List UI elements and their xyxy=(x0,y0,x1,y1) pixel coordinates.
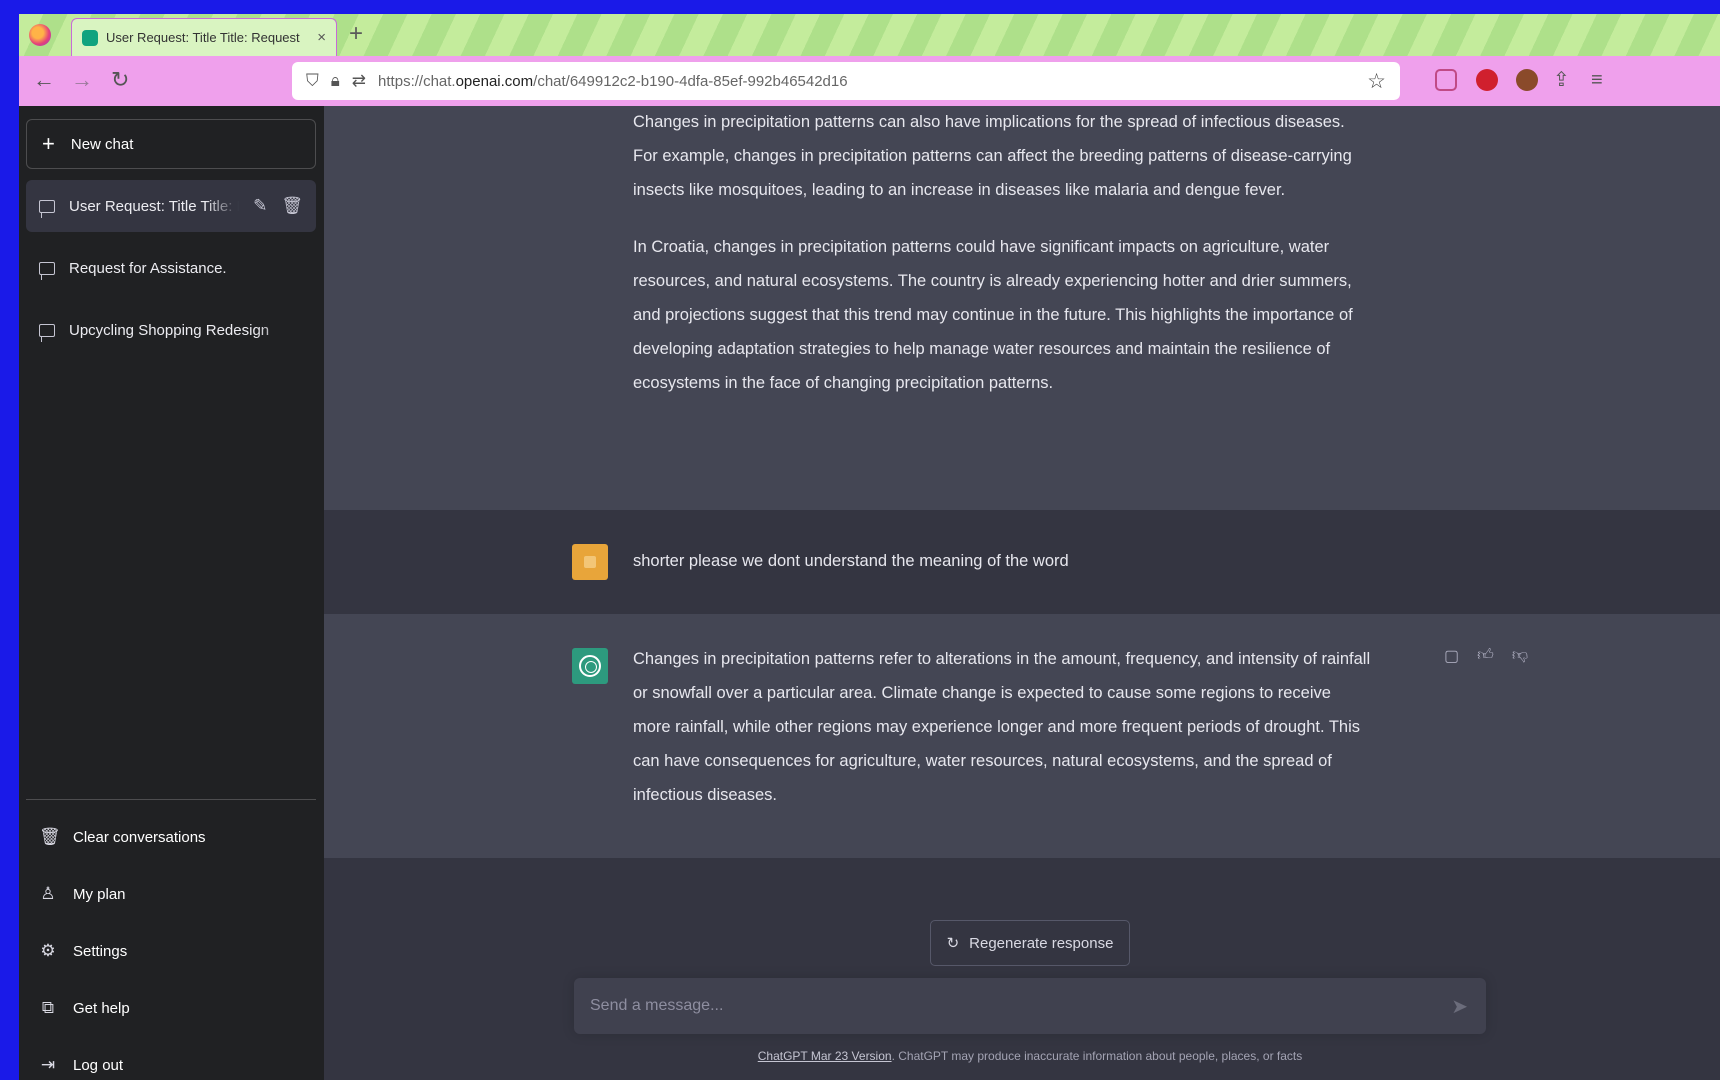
chatgpt-avatar xyxy=(572,648,608,684)
logout-icon: ⇥ xyxy=(40,1055,56,1074)
assistant-message: Changes in precipitation patterns can al… xyxy=(324,106,1720,510)
plus-icon: + xyxy=(42,131,55,156)
thumbs-down-icon[interactable]: 👎︎ xyxy=(1512,646,1528,666)
back-arrow-icon[interactable]: ← xyxy=(33,67,55,93)
new-chat-label: New chat xyxy=(70,135,134,153)
openai-logo-icon xyxy=(579,655,601,677)
browser-nav-bar: ← → ↻ ⛉ 🔒︎ ⇄ https://chat.openai.com/cha… xyxy=(19,56,1720,106)
history-item-upcycling[interactable]: Upcycling Shopping Redesign xyxy=(26,304,316,356)
message-input[interactable] xyxy=(574,978,1434,1034)
url-text[interactable]: https://chat.openai.com/chat/649912c2-b1… xyxy=(378,73,1355,90)
history-item-request-assistance[interactable]: Request for Assistance. xyxy=(26,242,316,294)
clear-conversations-button[interactable]: 🗑︎ Clear conversations xyxy=(26,815,316,859)
my-plan-button[interactable]: ♙ My plan xyxy=(26,872,316,916)
version-link[interactable]: ChatGPT Mar 23 Version xyxy=(758,1049,892,1063)
history-item-label: Upcycling Shopping Redesign xyxy=(69,321,270,339)
forward-arrow-icon[interactable]: → xyxy=(71,67,93,93)
new-chat-button[interactable]: + New chat xyxy=(26,119,316,169)
tab-title: User Request: Title Title: Request xyxy=(106,30,300,45)
regenerate-response-button[interactable]: ↻ Regenerate response xyxy=(930,920,1130,966)
external-link-icon: ⧉ xyxy=(41,998,55,1017)
thumbs-up-icon[interactable]: 👍︎ xyxy=(1477,646,1494,666)
user-message-text: shorter please we dont understand the me… xyxy=(633,552,1069,570)
log-out-button[interactable]: ⇥ Log out xyxy=(26,1043,316,1080)
browser-tab[interactable]: User Request: Title Title: Request × xyxy=(71,18,337,56)
firefox-logo-icon[interactable] xyxy=(29,24,51,46)
history-item-label: User Request: Title Title: Request xyxy=(69,197,239,215)
message-actions: ▢ 👍︎ 👎︎ xyxy=(1444,646,1528,666)
assistant-message: Changes in precipitation patterns refer … xyxy=(324,614,1720,858)
browser-tab-strip: User Request: Title Title: Request × + xyxy=(19,14,1720,56)
tab-close-icon[interactable]: × xyxy=(317,29,326,46)
menu-item-label: Log out xyxy=(73,1056,124,1074)
get-help-button[interactable]: ⧉ Get help xyxy=(26,986,316,1030)
regenerate-label: Regenerate response xyxy=(969,934,1114,952)
copy-icon[interactable]: ▢ xyxy=(1444,646,1459,666)
url-bar[interactable]: ⛉ 🔒︎ ⇄ https://chat.openai.com/chat/6499… xyxy=(292,62,1400,100)
assistant-message-text: Changes in precipitation patterns can al… xyxy=(633,105,1373,400)
chat-bubble-icon xyxy=(39,323,55,342)
adblock-icon[interactable] xyxy=(1476,69,1498,91)
reload-icon[interactable]: ↻ xyxy=(111,67,129,93)
new-tab-button[interactable]: + xyxy=(349,22,363,46)
assistant-message-text: Changes in precipitation patterns refer … xyxy=(633,650,1371,804)
menu-item-label: Clear conversations xyxy=(73,828,206,846)
trash-icon: 🗑︎ xyxy=(39,827,61,846)
settings-button[interactable]: ⚙ Settings xyxy=(26,929,316,973)
bookmark-star-icon[interactable]: ☆ xyxy=(1367,69,1386,94)
history-item-user-request[interactable]: User Request: Title Title: Request ✎ 🗑︎ xyxy=(26,180,316,232)
user-icon: ♙ xyxy=(40,884,56,903)
disclaimer-text: . ChatGPT may produce inaccurate informa… xyxy=(891,1049,1303,1063)
user-message: shorter please we dont understand the me… xyxy=(324,510,1720,614)
menu-item-label: Get help xyxy=(73,999,130,1017)
screen: User Request: Title Title: Request × + ←… xyxy=(19,14,1720,1080)
shield-icon[interactable]: ⛉ xyxy=(306,71,319,91)
refresh-icon: ↻ xyxy=(946,935,960,952)
conversation-panel: Changes in precipitation patterns can al… xyxy=(324,106,1720,1080)
sidebar: + New chat User Request: Title Title: Re… xyxy=(19,106,324,1080)
menu-item-label: My plan xyxy=(73,885,126,903)
user-avatar xyxy=(572,544,608,580)
edit-pencil-icon[interactable]: ✎ xyxy=(253,196,267,216)
chat-bubble-icon xyxy=(39,199,55,218)
sidebar-divider xyxy=(26,799,316,800)
chatgpt-favicon-icon xyxy=(82,29,98,46)
menu-item-label: Settings xyxy=(73,942,128,960)
assistant-paragraph: Changes in precipitation patterns can al… xyxy=(633,113,1352,199)
send-icon[interactable]: ➤ xyxy=(1451,994,1468,1019)
share-icon[interactable]: ⇪ xyxy=(1553,67,1570,93)
message-composer: ➤ xyxy=(574,978,1486,1034)
gear-icon: ⚙ xyxy=(40,941,56,960)
footer-note: ChatGPT Mar 23 Version. ChatGPT may prod… xyxy=(324,1049,1720,1063)
history-item-label: Request for Assistance. xyxy=(69,259,227,277)
trash-icon[interactable]: 🗑︎ xyxy=(281,196,303,216)
lock-icon[interactable]: 🔒︎ xyxy=(331,71,340,91)
extension-icon[interactable] xyxy=(1516,69,1538,91)
chat-bubble-icon xyxy=(39,261,55,280)
pocket-icon[interactable] xyxy=(1435,69,1457,91)
assistant-paragraph: In Croatia, changes in precipitation pat… xyxy=(633,238,1353,392)
menu-icon[interactable]: ≡ xyxy=(1591,67,1603,93)
permissions-icon[interactable]: ⇄ xyxy=(352,71,366,91)
